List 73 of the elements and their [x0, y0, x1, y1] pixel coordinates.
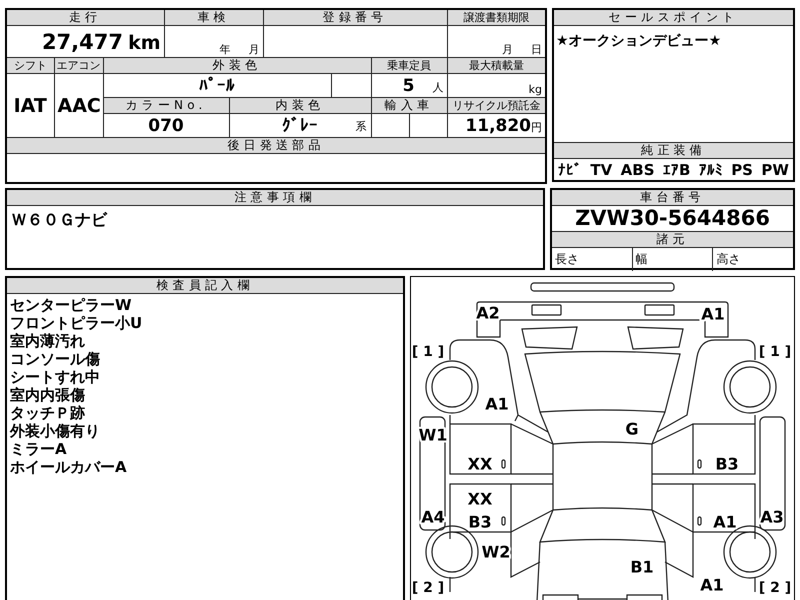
inspector-note: シートすれ中: [10, 368, 101, 386]
damage-code: W2: [481, 542, 510, 562]
spec-label: 幅: [636, 252, 648, 266]
section-header: 検査員記入欄: [7, 278, 403, 294]
column-header: 登録番号: [263, 9, 448, 26]
damage-code: A1: [712, 512, 736, 532]
position-label: [ 1 ]: [411, 344, 444, 360]
inspector-note: 室内薄汚れ: [10, 332, 86, 350]
section-header: セールスポイント: [554, 10, 793, 26]
equipment-item: ﾅﾋﾞ: [558, 160, 582, 178]
month-unit: 月: [502, 43, 514, 56]
mileage-value: 27,477: [42, 30, 123, 54]
damage-code: XX: [467, 490, 492, 508]
damage-code: B1: [630, 558, 654, 576]
equipment-item: PS: [731, 160, 753, 178]
spec-label: 高さ: [716, 252, 740, 266]
damage-code: B3: [468, 512, 492, 532]
column-header: シフト: [6, 58, 54, 74]
inspector-note: 外装小傷有り: [10, 422, 101, 440]
damage-code: A3: [760, 508, 784, 526]
inspector-note: ミラーA: [10, 440, 68, 458]
year-unit: 年: [220, 43, 231, 56]
column-header: 外装色: [103, 58, 372, 74]
month-unit: 月: [248, 43, 260, 56]
position-label: [ 2 ]: [411, 580, 444, 596]
section-header: 注意事項欄: [7, 190, 543, 206]
column-header: 後日発送部品: [6, 138, 546, 154]
damage-code: A1: [484, 394, 508, 414]
column-header: 車検: [164, 9, 264, 26]
equipment-item: ｱﾙﾐ: [698, 160, 723, 178]
column-header: 乗車定員: [371, 58, 448, 74]
damage-code: XX: [467, 454, 492, 474]
day-unit: 日: [531, 43, 542, 56]
spec-label: 長さ: [555, 252, 579, 266]
yen-unit: 円: [531, 120, 542, 134]
column-header: 内装色: [229, 98, 372, 114]
equipment-item: PW: [761, 160, 789, 178]
sale-point-text: ★オークションデビュー★: [556, 33, 722, 49]
interior-color-value: ｸﾞﾚｰ: [282, 116, 318, 136]
capacity-value: 5: [402, 76, 415, 96]
inspector-note: タッチＰ跡: [10, 404, 86, 422]
inspector-note: フロントピラー小U: [10, 314, 144, 332]
column-header: 輸入車: [371, 98, 448, 114]
capacity-unit: 人: [432, 80, 444, 94]
inspector-note: コンソール傷: [10, 350, 101, 368]
section-header: 車台番号: [552, 190, 793, 206]
damage-code: A1: [700, 576, 724, 594]
section-header: 純正装備: [554, 142, 793, 159]
inspector-note: 室内内張傷: [10, 386, 86, 404]
equipment-item: ABS: [620, 160, 655, 178]
column-header: 走行: [6, 9, 164, 26]
color-suffix: 系: [356, 119, 367, 134]
inspector-note: ホイールカバーA: [10, 458, 128, 476]
section-header: 諸元: [552, 231, 793, 248]
column-header: エアコン: [54, 58, 103, 74]
equipment-item: ｴｱB: [662, 160, 690, 178]
column-header: リサイクル預託金: [447, 98, 546, 114]
damage-code: B3: [714, 454, 738, 474]
position-label: [ 2 ]: [758, 580, 791, 596]
column-header: 最大積載量: [447, 58, 546, 74]
inspector-note: センターピラーW: [10, 296, 133, 314]
damage-code: A4: [420, 508, 444, 526]
column-header: カラーNo.: [103, 98, 230, 114]
damage-code: G: [624, 420, 638, 438]
equipment-item: TV: [590, 160, 612, 178]
recycle-fee-value: 11,820: [465, 116, 532, 136]
mileage-unit: km: [128, 32, 161, 54]
note-text: Ｗ６０Ｇナビ: [11, 210, 107, 229]
position-label: [ 1 ]: [758, 344, 791, 360]
chassis-number: ZVW30-5644866: [575, 206, 770, 230]
load-unit: kg: [528, 83, 542, 96]
damage-code: A1: [700, 304, 724, 324]
column-header: 譲渡書類期限: [447, 9, 546, 26]
